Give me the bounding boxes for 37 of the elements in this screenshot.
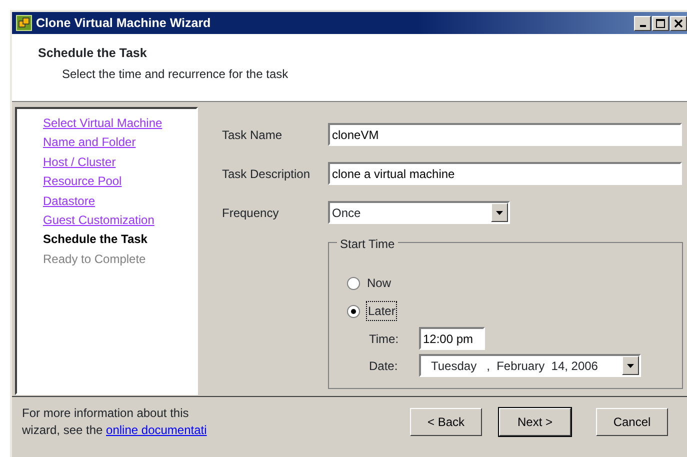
frequency-dropdown[interactable]: Once <box>328 201 510 224</box>
time-label: Time: <box>369 330 400 348</box>
time-field[interactable]: 12:00 pm <box>419 327 485 350</box>
wizard-button[interactable]: Cancel <box>596 408 668 436</box>
app-icon <box>16 15 32 31</box>
field-label: Frequency <box>222 204 280 222</box>
help-text: For more information about this wizard, see the online documentati <box>22 405 208 439</box>
step-link[interactable]: Guest Customization <box>43 213 154 228</box>
task-description-field[interactable]: clone a virtual machine <box>328 162 682 185</box>
date-picker[interactable]: Tuesday , February 14, 2006 <box>419 354 641 377</box>
radio-label[interactable]: Later <box>367 302 396 320</box>
dropdown-arrow-icon <box>627 364 634 368</box>
page-title: Schedule the Task <box>38 45 148 62</box>
documentation-link[interactable]: online documentati <box>106 423 207 437</box>
wizard-button[interactable]: < Back <box>410 408 482 436</box>
page-subtitle: Select the time and recurrence for the task <box>61 66 290 83</box>
field-label: Task Description <box>222 166 312 182</box>
maximize-button[interactable] <box>652 16 669 30</box>
current-step: Schedule the Task <box>43 232 148 246</box>
dropdown-arrow-icon <box>496 210 503 214</box>
date-label: Date: <box>369 358 399 374</box>
minimize-button[interactable] <box>634 16 651 30</box>
minimize-icon <box>640 25 646 27</box>
disabled-step: Ready to Complete <box>43 252 146 266</box>
close-button[interactable] <box>670 16 687 30</box>
radio-label[interactable]: Now <box>367 274 392 292</box>
task-name-field[interactable]: cloneVM <box>328 123 682 146</box>
step-link[interactable]: Name and Folder <box>43 135 136 150</box>
step-link[interactable]: Resource Pool <box>43 174 122 188</box>
wizard-button[interactable]: Next > <box>499 408 571 436</box>
step-link[interactable]: Datastore <box>43 194 96 208</box>
step-link[interactable]: Host / Cluster <box>43 154 116 169</box>
step-link[interactable]: Select Virtual Machine <box>43 116 162 130</box>
window-title: Clone Virtual Machine Wizard <box>36 14 211 32</box>
radio-button[interactable] <box>347 276 360 290</box>
radio-button[interactable] <box>347 304 360 318</box>
field-label: Task Name <box>222 126 284 144</box>
